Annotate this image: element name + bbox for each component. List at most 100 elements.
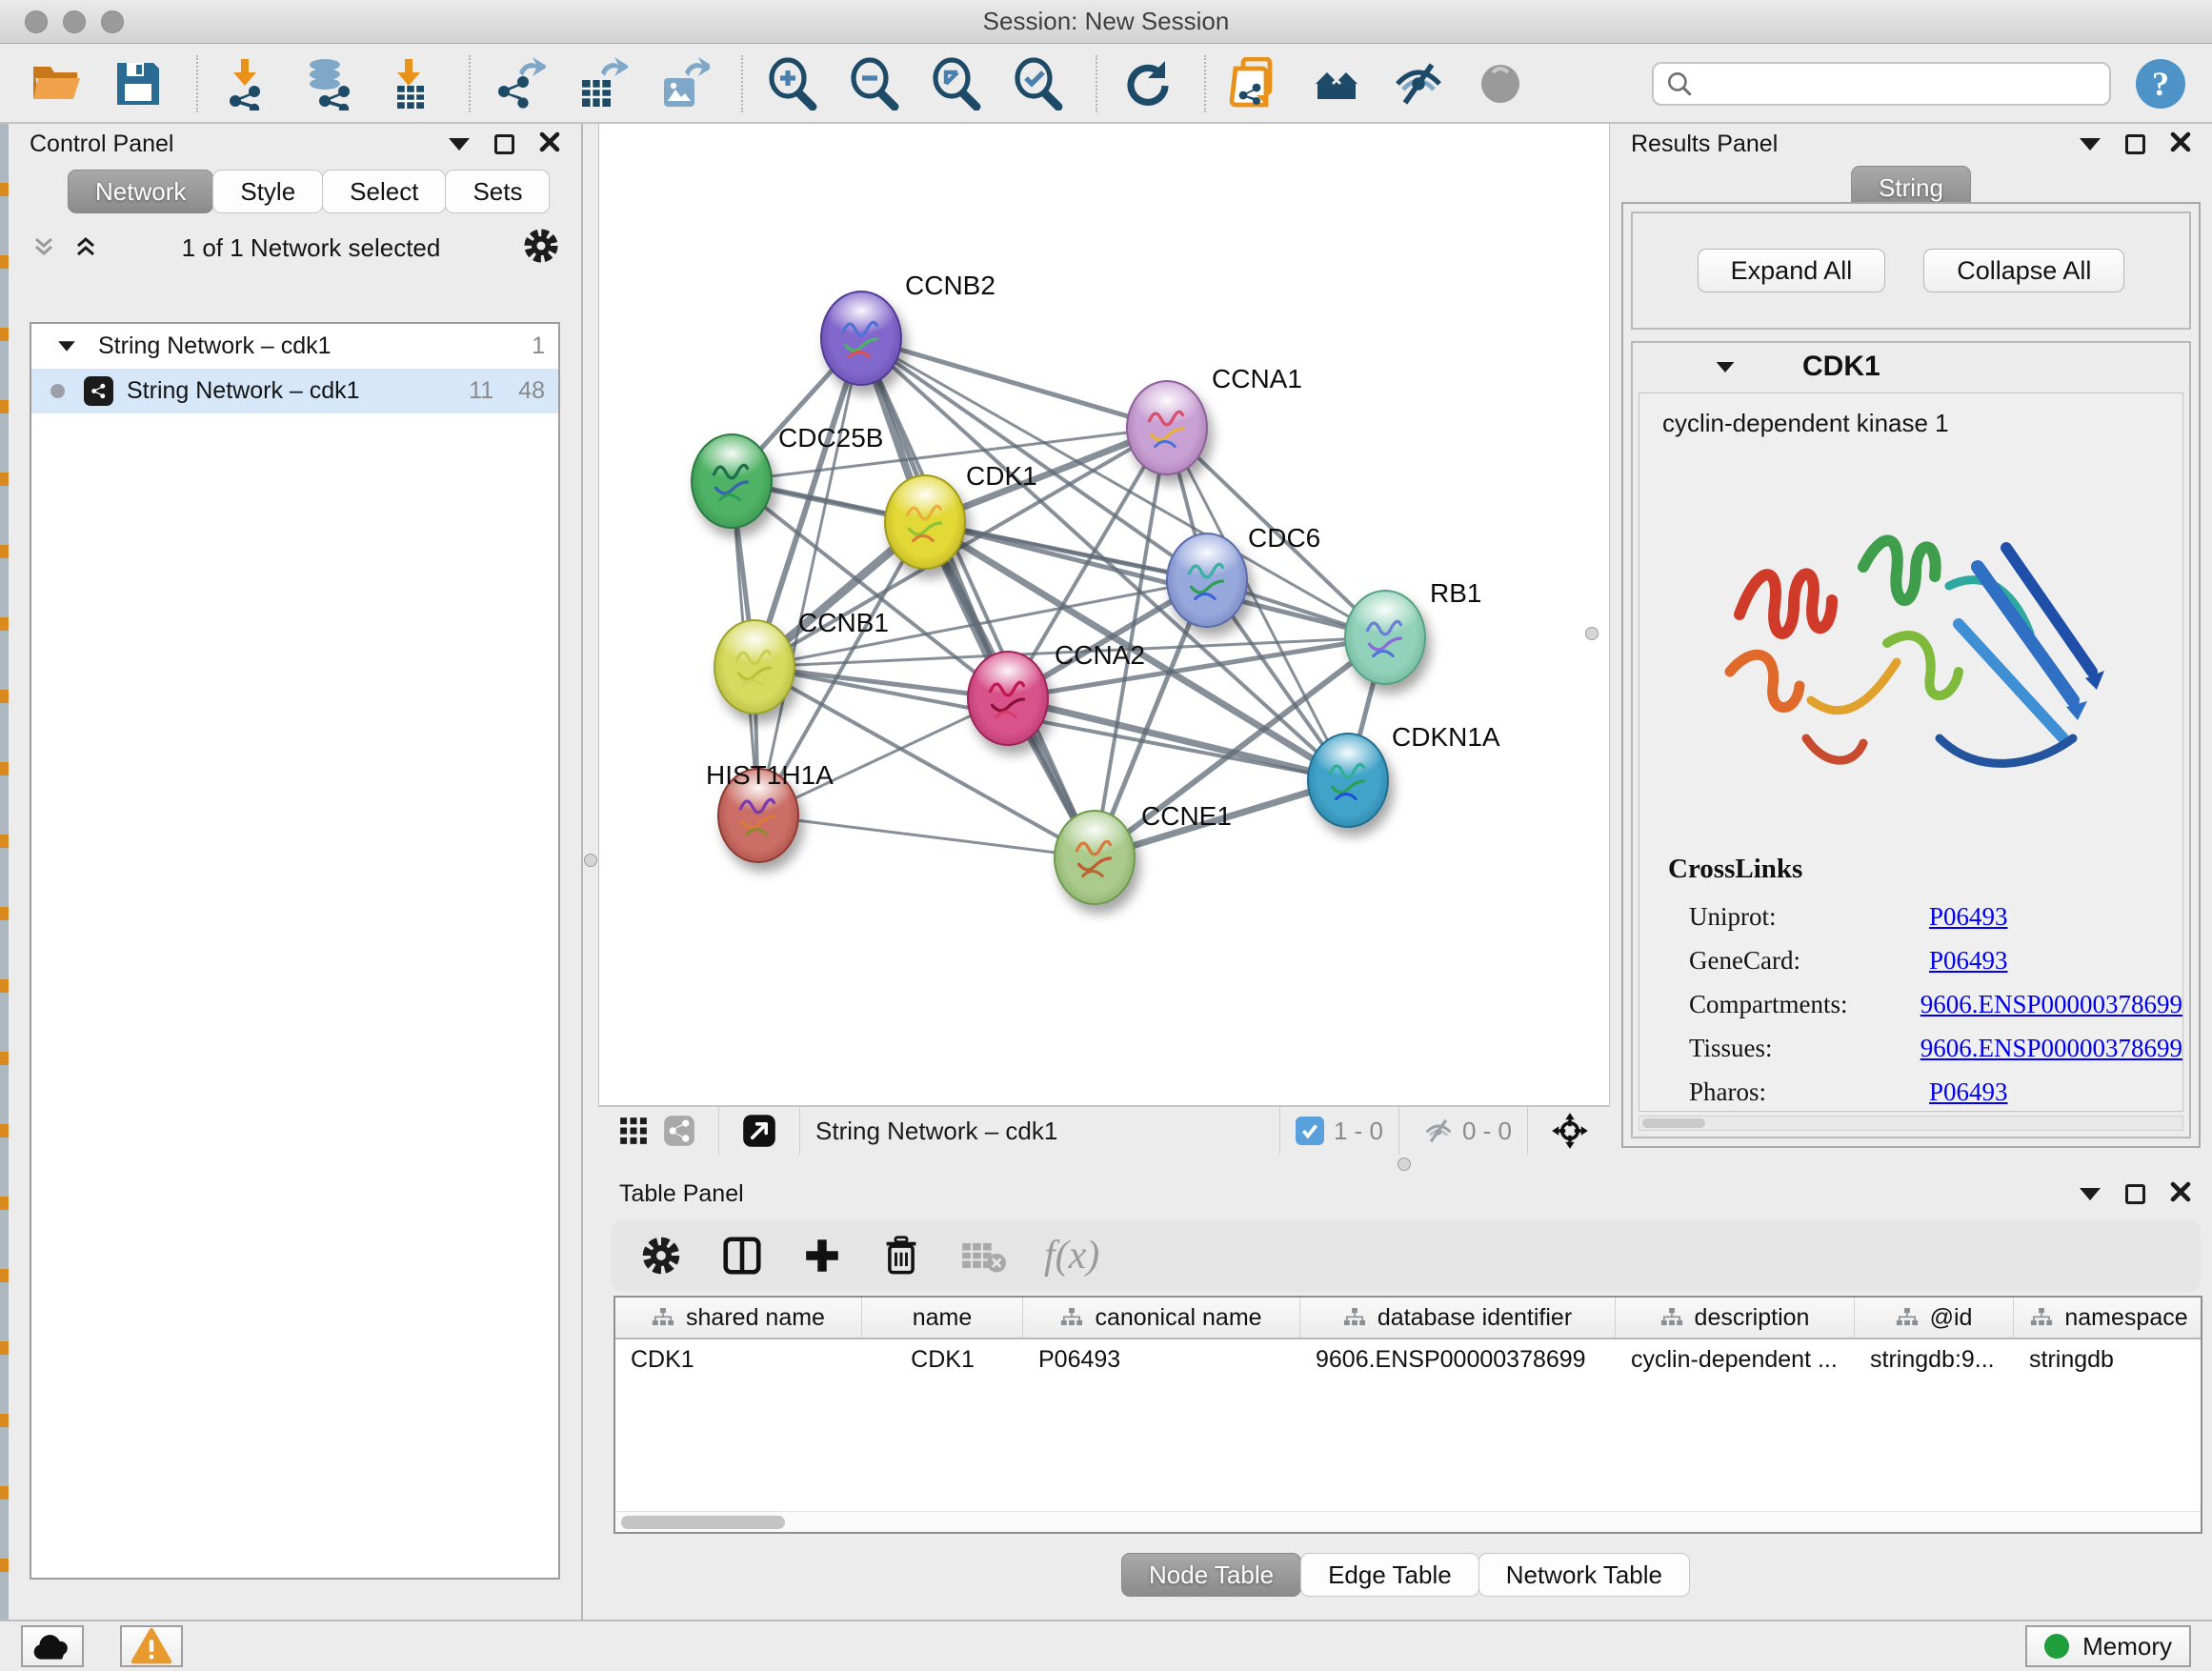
- network-node-cdk1[interactable]: [884, 474, 966, 570]
- show-columns-icon[interactable]: [720, 1234, 764, 1278]
- grid-view-icon[interactable]: [619, 1117, 648, 1145]
- first-neighbors-icon[interactable]: [1307, 54, 1366, 113]
- pharos-link[interactable]: P06493: [1929, 1077, 2008, 1107]
- selected-checkbox-icon[interactable]: [1296, 1117, 1324, 1145]
- export-table-icon[interactable]: [572, 54, 631, 113]
- network-node-ccna1[interactable]: [1126, 380, 1208, 475]
- tab-sets[interactable]: Sets: [445, 170, 550, 213]
- new-network-from-selection-icon[interactable]: [1225, 54, 1284, 113]
- close-window-button[interactable]: [25, 10, 48, 33]
- help-button[interactable]: ?: [2136, 59, 2185, 109]
- network-row[interactable]: String Network – cdk1 11 48: [31, 369, 558, 413]
- maximize-panel-icon[interactable]: [494, 134, 514, 154]
- column-header-shared-name[interactable]: shared name: [615, 1298, 862, 1338]
- tab-edge-table[interactable]: Edge Table: [1300, 1553, 1479, 1597]
- zoom-selected-icon[interactable]: [1008, 54, 1067, 113]
- network-edge-ccne1-ccnb2[interactable]: [861, 338, 1095, 857]
- cloud-services-button[interactable]: [21, 1625, 84, 1667]
- column-header-id[interactable]: @id: [1855, 1298, 2014, 1338]
- maximize-panel-icon[interactable]: [2125, 134, 2145, 154]
- network-collection-row[interactable]: String Network – cdk1 1: [31, 324, 558, 369]
- show-all-icon[interactable]: [1471, 54, 1530, 113]
- collapse-all-button[interactable]: Collapse All: [1923, 249, 2124, 292]
- hide-selected-icon[interactable]: [1389, 54, 1448, 113]
- birds-eye-view-icon[interactable]: [742, 1114, 776, 1148]
- network-edge-ccnb2-hist1h1a[interactable]: [758, 338, 861, 815]
- refresh-network-view-icon[interactable]: [1116, 54, 1176, 113]
- zoom-out-icon[interactable]: [844, 54, 903, 113]
- network-node-ccnb1[interactable]: [714, 619, 795, 715]
- maximize-window-button[interactable]: [101, 10, 124, 33]
- float-panel-icon[interactable]: [2080, 1188, 2101, 1200]
- collapse-all-chevron-icon[interactable]: [30, 233, 58, 262]
- memory-button[interactable]: Memory: [2025, 1625, 2191, 1667]
- save-session-icon[interactable]: [109, 54, 168, 113]
- network-node-cdc25b[interactable]: [691, 433, 773, 529]
- import-network-from-database-icon[interactable]: [299, 54, 358, 113]
- search-input[interactable]: [1701, 70, 2098, 97]
- column-header-database-identifier[interactable]: database identifier: [1300, 1298, 1616, 1338]
- genecard-link[interactable]: P06493: [1929, 946, 2008, 976]
- network-node-ccnb2[interactable]: [820, 291, 902, 386]
- crosslink-row: Uniprot: P06493: [1668, 895, 2182, 938]
- tab-style[interactable]: Style: [212, 170, 323, 213]
- network-node-ccne1[interactable]: [1054, 810, 1136, 905]
- results-horizontal-scrollbar[interactable]: [1639, 1116, 2183, 1131]
- uniprot-link[interactable]: P06493: [1929, 902, 2008, 932]
- toolbar-search[interactable]: [1652, 62, 2111, 106]
- column-header-namespace[interactable]: namespace: [2014, 1298, 2202, 1338]
- zoom-in-icon[interactable]: [762, 54, 821, 113]
- tab-network-table[interactable]: Network Table: [1478, 1553, 1690, 1597]
- gene-entry-header[interactable]: CDK1: [1633, 343, 2189, 391]
- column-header-name[interactable]: name: [862, 1298, 1023, 1338]
- close-panel-icon[interactable]: [2170, 1181, 2191, 1207]
- network-node-cdc6[interactable]: [1166, 533, 1248, 628]
- tissues-link[interactable]: 9606.ENSP00000378699: [1920, 1034, 2182, 1063]
- tab-network[interactable]: Network: [68, 170, 213, 213]
- compartments-link[interactable]: 9606.ENSP00000378699: [1920, 990, 2182, 1019]
- float-panel-icon[interactable]: [2080, 138, 2101, 151]
- network-node-cdkn1a[interactable]: [1307, 733, 1389, 828]
- collapse-collection-icon[interactable]: [58, 341, 75, 351]
- column-header-description[interactable]: description: [1616, 1298, 1855, 1338]
- results-panel: Results Panel String Expand All Collapse…: [1610, 124, 2212, 1158]
- network-options-gear-icon[interactable]: [522, 227, 560, 270]
- export-network-icon[interactable]: [490, 54, 549, 113]
- expand-all-button[interactable]: Expand All: [1698, 249, 1886, 292]
- tab-select[interactable]: Select: [322, 170, 446, 213]
- close-panel-icon[interactable]: [539, 131, 560, 157]
- collapse-entry-icon[interactable]: [1717, 361, 1735, 372]
- expand-all-chevron-icon[interactable]: [71, 233, 100, 262]
- minimize-window-button[interactable]: [63, 10, 86, 33]
- network-canvas[interactable]: CCNB2CCNA1CDC25BCDK1CDC6RB1CCNB1CCNA2CDK…: [598, 124, 1610, 1105]
- scrollbar-thumb[interactable]: [621, 1516, 785, 1529]
- float-panel-icon[interactable]: [449, 138, 470, 151]
- create-column-icon[interactable]: [802, 1236, 842, 1276]
- open-session-icon[interactable]: [27, 54, 86, 113]
- string-view-icon[interactable]: [663, 1115, 695, 1147]
- table-options-gear-icon[interactable]: [640, 1235, 682, 1277]
- maximize-panel-icon[interactable]: [2125, 1184, 2145, 1204]
- splitter-grip[interactable]: [1398, 1158, 1411, 1171]
- export-image-icon[interactable]: [654, 54, 713, 113]
- network-node-rb1[interactable]: [1344, 590, 1426, 685]
- splitter-grip[interactable]: [584, 854, 597, 867]
- import-network-from-file-icon[interactable]: [217, 54, 276, 113]
- network-node-ccna2[interactable]: [967, 651, 1049, 746]
- zoom-fit-content-icon[interactable]: [926, 54, 985, 113]
- warnings-button[interactable]: [120, 1625, 183, 1667]
- table-horizontal-scrollbar[interactable]: [615, 1511, 2201, 1532]
- network-edge-ccne1-hist1h1a[interactable]: [758, 815, 1095, 857]
- tab-node-table[interactable]: Node Table: [1121, 1553, 1301, 1597]
- delete-column-trash-icon[interactable]: [880, 1235, 922, 1277]
- import-table-from-file-icon[interactable]: [381, 54, 440, 113]
- node-label-hist1h1a: HIST1H1A: [706, 760, 834, 791]
- column-header-canonical-name[interactable]: canonical name: [1023, 1298, 1300, 1338]
- scrollbar-thumb[interactable]: [1642, 1118, 1705, 1128]
- pan-crosshair-icon[interactable]: [1551, 1112, 1589, 1150]
- splitter-grip[interactable]: [1585, 627, 1599, 640]
- network-edge-ccnb2-ccna1[interactable]: [861, 338, 1167, 428]
- table-row[interactable]: CDK1 CDK1 P06493 9606.ENSP00000378699 cy…: [615, 1339, 2201, 1379]
- window-controls[interactable]: [25, 10, 124, 33]
- close-panel-icon[interactable]: [2170, 131, 2191, 157]
